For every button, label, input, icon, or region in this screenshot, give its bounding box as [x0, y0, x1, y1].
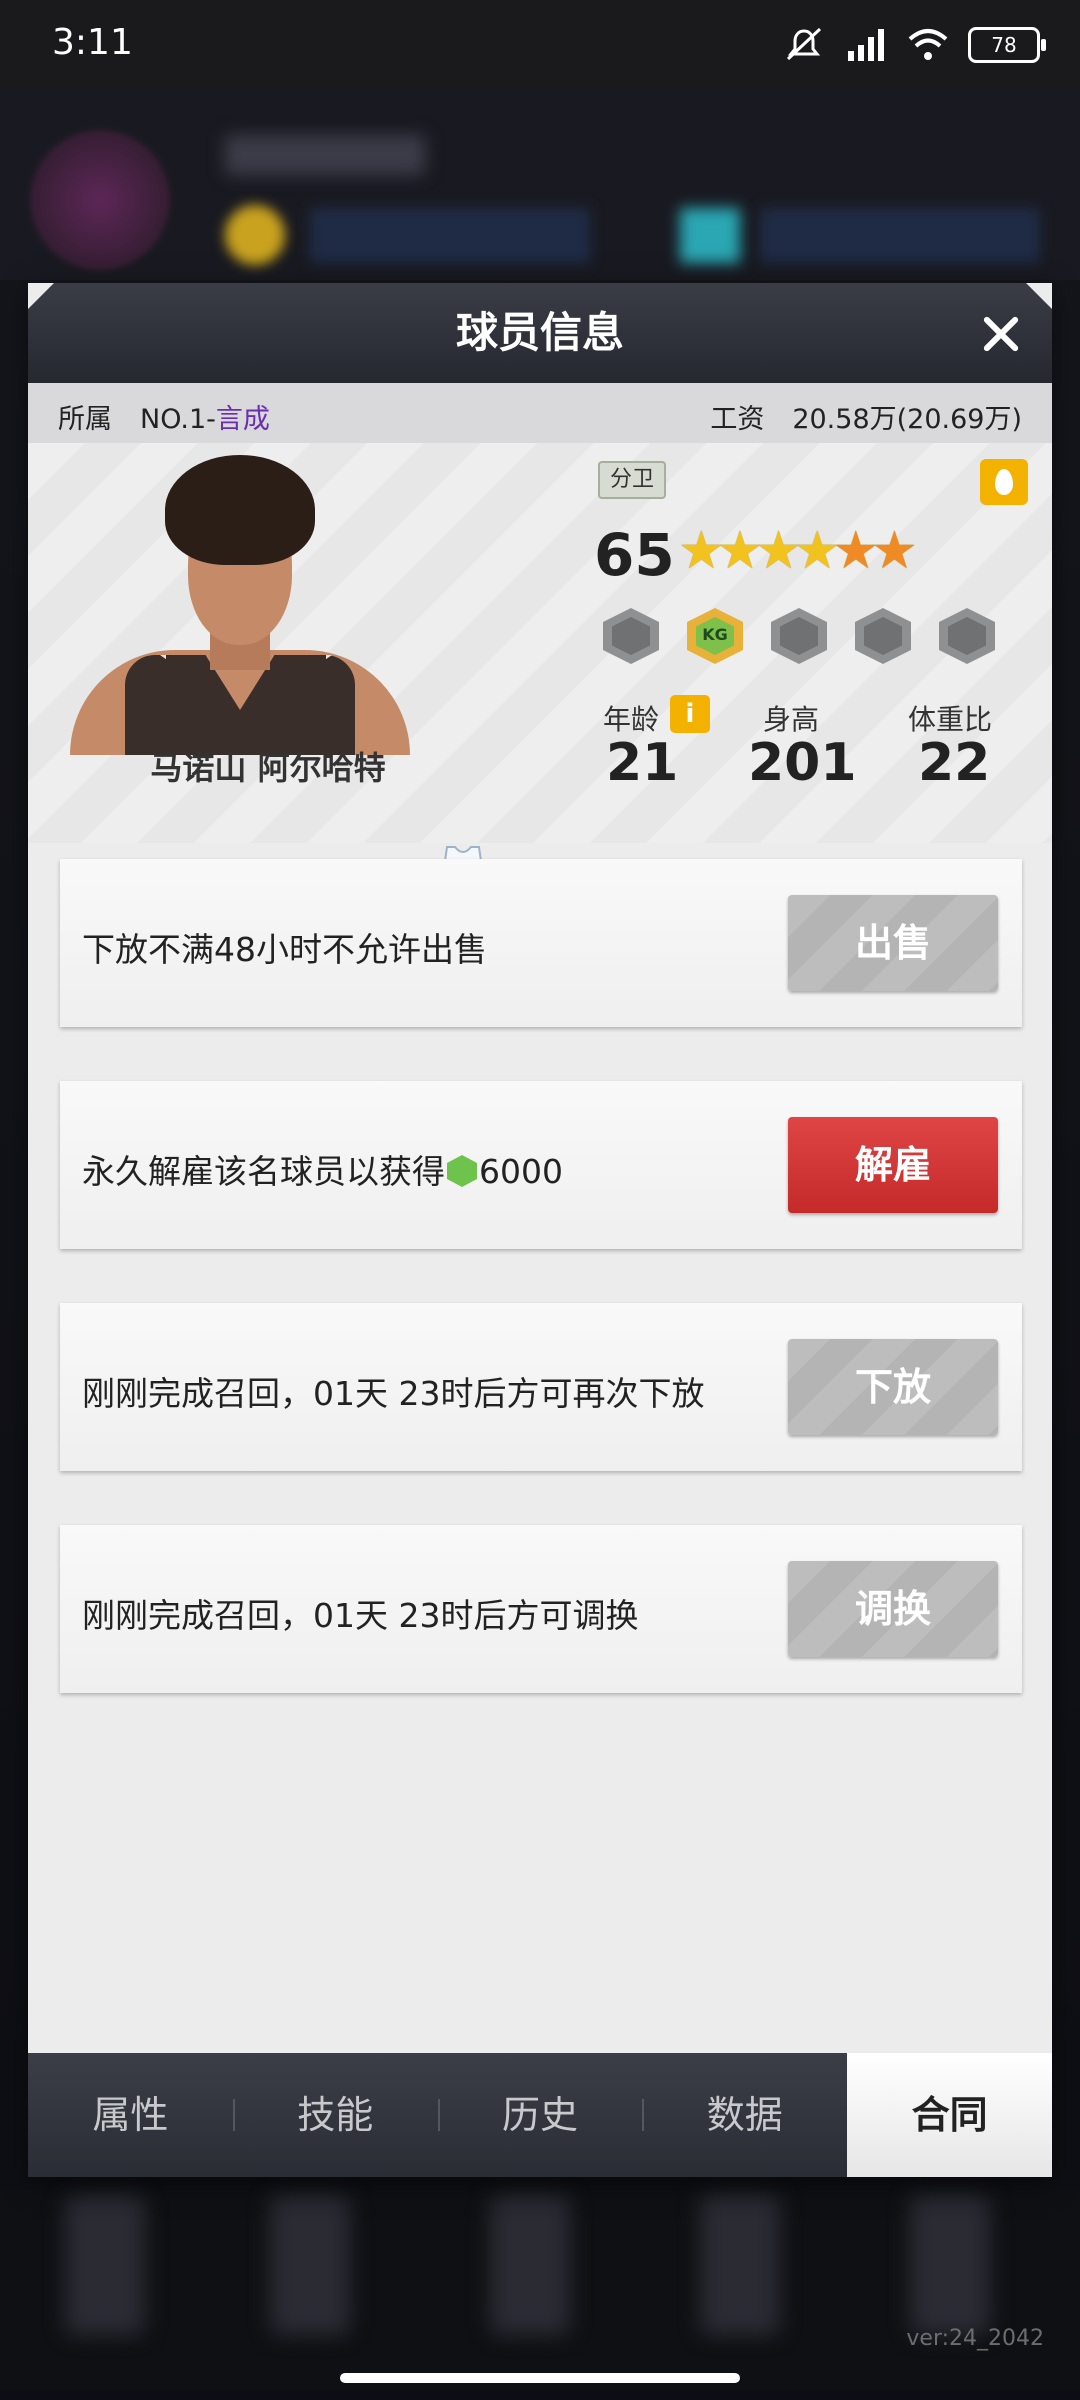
- team-logo-icon: [30, 130, 170, 270]
- sell-button[interactable]: 出售: [788, 895, 998, 991]
- weight-value: 22: [918, 733, 991, 793]
- close-icon[interactable]: [976, 309, 1026, 359]
- currency-icon: [447, 1155, 477, 1187]
- home-indicator[interactable]: [340, 2373, 740, 2383]
- team-info: 所属 NO.1-言成: [58, 397, 270, 436]
- version-label: ver:24_2042: [906, 2326, 1044, 2351]
- player-portrait: [70, 455, 410, 755]
- tab-history[interactable]: 历史: [437, 2053, 643, 2177]
- star-icon: ★: [871, 521, 918, 581]
- background-nav-icon: [65, 2195, 145, 2335]
- badge-slot-icon[interactable]: [855, 608, 911, 664]
- badge-slot-icon[interactable]: [771, 608, 827, 664]
- fire-icon[interactable]: [980, 459, 1028, 505]
- player-profile: 27 马诺山 阿尔哈特 分卫 65 ★★★★★★ KG 年龄 i 身高 体重比 …: [28, 443, 1052, 910]
- height-value: 201: [748, 733, 857, 793]
- gem-icon: [680, 208, 740, 263]
- age-value: 21: [606, 733, 679, 793]
- swap-button[interactable]: 调换: [788, 1561, 998, 1657]
- release-message: 永久解雇该名球员以获得 6000: [82, 1145, 563, 1193]
- background-nav-icon: [700, 2195, 780, 2335]
- tab-contract[interactable]: 合同: [847, 2053, 1052, 2177]
- salary-value: 20.58万(20.69万): [792, 404, 1022, 435]
- dialog-title: 球员信息: [455, 308, 624, 357]
- age-label: 年龄: [603, 703, 660, 736]
- release-button[interactable]: 解雇: [788, 1117, 998, 1213]
- demote-button[interactable]: 下放: [788, 1339, 998, 1435]
- player-rating: 65: [594, 521, 675, 589]
- skill-badges: KG: [603, 608, 995, 664]
- background-nav-icon: [910, 2195, 990, 2335]
- info-icon[interactable]: i: [670, 695, 710, 733]
- release-message-text: 永久解雇该名球员以获得: [82, 1152, 445, 1191]
- signal-icon: [848, 29, 884, 61]
- status-bar: 3:11 78: [0, 0, 1080, 90]
- demote-message: 刚刚完成召回，01天 23时后方可再次下放: [82, 1374, 705, 1413]
- release-card: 永久解雇该名球员以获得 6000 解雇: [60, 1081, 1022, 1249]
- background-nav-icon: [270, 2195, 350, 2335]
- coin-icon: [225, 205, 285, 265]
- salary-info: 工资 20.58万(20.69万): [710, 397, 1022, 436]
- team-prefix: NO.1-: [140, 404, 216, 435]
- release-reward-amount: 6000: [479, 1152, 563, 1191]
- player-info-dialog: 球员信息 所属 NO.1-言成 工资 20.58万(20.69万) 27 马诺山 阿…: [28, 283, 1052, 2177]
- swap-message: 刚刚完成召回，01天 23时后方可调换: [82, 1596, 639, 1635]
- weight-label: 体重比: [908, 703, 993, 736]
- status-icons: 78: [782, 22, 1046, 68]
- position-badge: 分卫: [598, 461, 666, 499]
- height-label: 身高: [763, 703, 820, 736]
- tab-stats[interactable]: 数据: [642, 2053, 847, 2177]
- team-label: 所属: [58, 404, 112, 435]
- tab-bar: 属性 技能 历史 数据 合同: [28, 2053, 1052, 2177]
- sell-card: 下放不满48小时不允许出售 出售: [60, 859, 1022, 1027]
- mute-icon: [786, 27, 822, 61]
- team-name: 言成: [215, 404, 270, 435]
- tab-skills[interactable]: 技能: [232, 2053, 438, 2177]
- wifi-icon: [908, 29, 948, 60]
- background-coin-bar: [310, 208, 590, 263]
- badge-slot-icon[interactable]: [603, 608, 659, 664]
- badge-slot-icon[interactable]: [939, 608, 995, 664]
- background-team-name: [225, 135, 425, 175]
- battery-icon: 78: [968, 27, 1046, 63]
- team-salary-bar: 所属 NO.1-言成 工资 20.58万(20.69万): [28, 383, 1052, 443]
- background-gem-bar: [760, 208, 1040, 263]
- swap-card: 刚刚完成召回，01天 23时后方可调换 调换: [60, 1525, 1022, 1693]
- sell-message: 下放不满48小时不允许出售: [82, 930, 487, 969]
- demote-card: 刚刚完成召回，01天 23时后方可再次下放 下放: [60, 1303, 1022, 1471]
- player-name: 马诺山 阿尔哈特: [150, 749, 386, 787]
- tab-attributes[interactable]: 属性: [28, 2053, 233, 2177]
- salary-label: 工资: [710, 404, 765, 435]
- background-nav-icon: [490, 2195, 570, 2335]
- star-rating: ★ ★ ★ ★ ★ ★: [678, 523, 918, 579]
- kg-badge-icon[interactable]: KG: [687, 608, 743, 664]
- status-time: 3:11: [52, 22, 133, 63]
